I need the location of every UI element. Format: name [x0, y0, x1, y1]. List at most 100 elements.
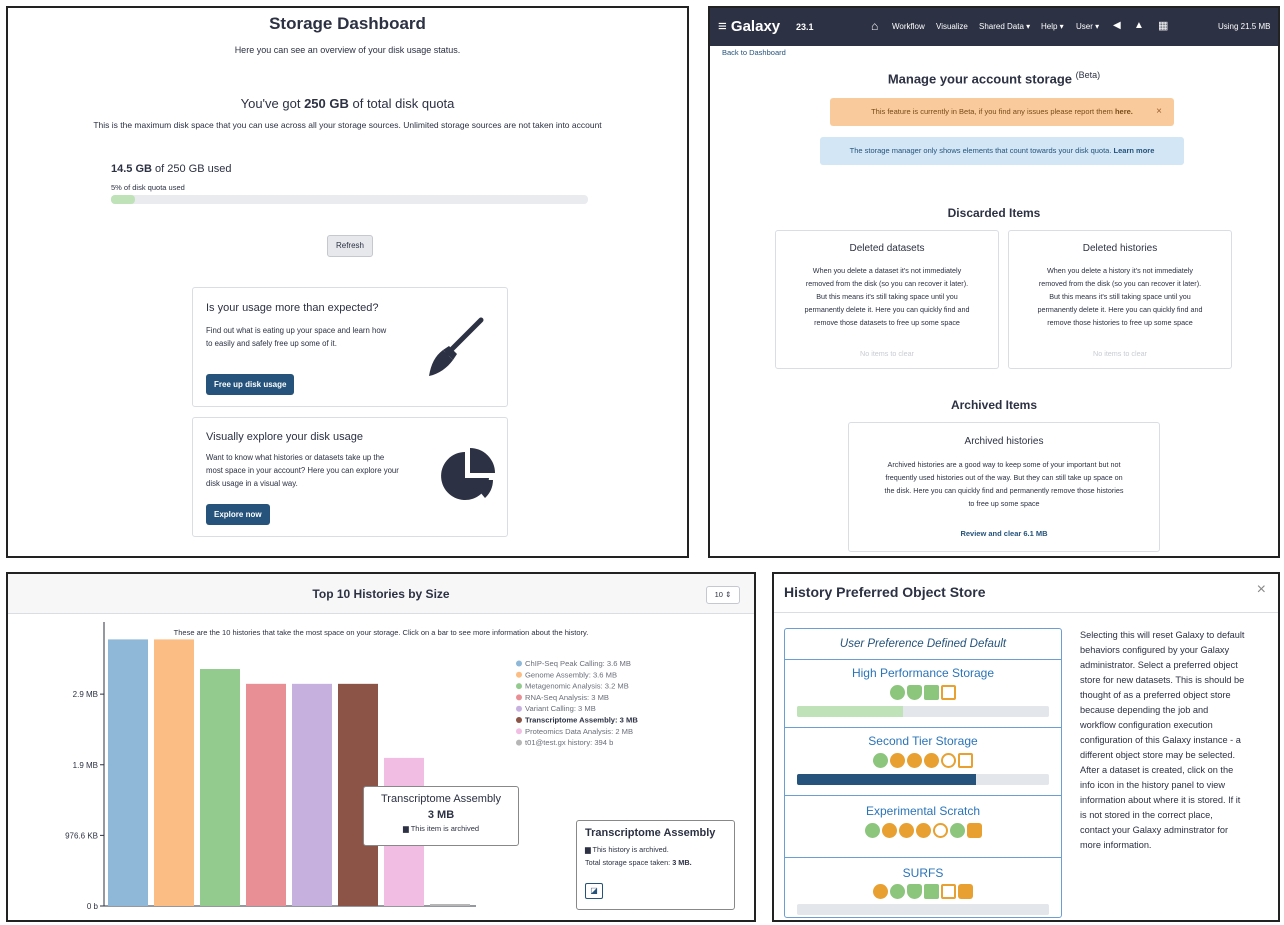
store-option-second-tier[interactable]: Second Tier Storage — [785, 727, 1061, 795]
archived-histories-card[interactable]: Archived histories Archived histories ar… — [848, 422, 1160, 552]
description-line: thought of as a preferred object store — [1080, 690, 1231, 700]
free-up-card-text-2: to easily and safely free up some of it. — [206, 339, 337, 348]
grid-icon[interactable]: ▦ — [1158, 19, 1168, 32]
bar[interactable] — [246, 683, 286, 906]
store-option-experimental-scratch[interactable]: Experimental Scratch — [785, 795, 1061, 857]
info-archived: ▆ This history is archived. — [585, 845, 669, 854]
store-name: Second Tier Storage — [868, 734, 978, 748]
store-usage-bar — [797, 904, 1049, 915]
manage-storage-panel: ≡ Galaxy 23.1 ⌂ Workflow Visualize Share… — [708, 6, 1280, 558]
chart-line-icon — [958, 753, 973, 769]
user-lock-icon — [966, 823, 982, 839]
no-items-to-clear: No items to clear — [860, 349, 914, 358]
back-to-dashboard-link[interactable]: Back to Dashboard — [722, 48, 786, 57]
store-badges — [785, 822, 1061, 840]
archived-histories-title: Archived histories — [964, 436, 1044, 447]
refresh-button[interactable]: Refresh — [327, 235, 373, 257]
explore-now-button[interactable]: Explore now — [206, 504, 270, 525]
y-tick-label: 2.9 MB — [73, 690, 98, 699]
review-and-clear-link[interactable]: Review and clear 6.1 MB — [849, 529, 1159, 538]
info-name: Transcriptome Assembly — [585, 827, 716, 839]
archived-line-1: Archived histories are a good way to kee… — [887, 460, 1121, 469]
nav-workflow[interactable]: Workflow — [892, 22, 925, 31]
free-up-card-text-1: Find out what is eating up your space an… — [206, 326, 387, 335]
bar-tooltip: Transcriptome Assembly 3 MB ▆ This item … — [363, 786, 519, 846]
archive-icon: ▆ — [402, 824, 409, 833]
free-up-card-title: Is your usage more than expected? — [206, 302, 379, 314]
description-line: is not stored in the correct place, — [1080, 810, 1213, 820]
free-up-disk-usage-button[interactable]: Free up disk usage — [206, 374, 295, 395]
legend-marker — [516, 671, 522, 678]
nav-shared-data[interactable]: Shared Data ▾ — [979, 22, 1030, 31]
y-tick-label: 976.6 KB — [65, 831, 98, 840]
page-subtitle: Here you can see an overview of your dis… — [234, 45, 461, 55]
used-suffix: of 250 GB used — [151, 163, 232, 175]
store-badges — [785, 684, 1061, 702]
description-line: After a dataset is created, click on the — [1080, 765, 1234, 775]
quota-note: This is the maximum disk space that you … — [93, 120, 602, 130]
default-option[interactable]: User Preference Defined Default — [785, 629, 1061, 659]
deleted-histories-line-1: When you delete a history it's not immed… — [1047, 266, 1193, 275]
tooltip-archived-text: This item is archived — [410, 824, 480, 833]
key-icon — [924, 753, 939, 769]
store-option-high-performance[interactable]: High Performance Storage — [785, 659, 1061, 727]
nav-visualize[interactable]: Visualize — [936, 22, 968, 31]
chart-line-icon — [941, 884, 956, 900]
nav-user[interactable]: User ▾ — [1076, 22, 1099, 31]
nav-help[interactable]: Help ▾ — [1041, 22, 1064, 31]
usage-indicator[interactable]: Using 21.5 MB — [1218, 22, 1270, 31]
speed-icon — [873, 753, 888, 769]
close-alert-icon[interactable]: × — [1156, 98, 1162, 126]
close-icon[interactable]: × — [1257, 581, 1266, 599]
recycle-icon — [941, 753, 956, 769]
description-line: Selecting this will reset Galaxy to defa… — [1080, 630, 1245, 640]
beta-alert-link[interactable]: here. — [1115, 107, 1133, 116]
deleted-datasets-card[interactable]: Deleted datasets When you delete a datas… — [775, 230, 999, 369]
top-histories-panel: Top 10 Histories by Size 10 ⇕ These are … — [6, 572, 756, 922]
store-badges — [785, 883, 1061, 901]
description-line: because depending the job and — [1080, 705, 1209, 715]
y-tick-label: 0 b — [87, 902, 99, 911]
deleted-histories-card[interactable]: Deleted histories When you delete a hist… — [1008, 230, 1232, 369]
bar[interactable] — [292, 683, 332, 906]
bar[interactable] — [200, 669, 240, 906]
key-icon — [915, 823, 931, 839]
legend-label: t01@test.gx history: 394 b — [525, 738, 613, 747]
legend-marker — [516, 683, 522, 690]
legend-label: Proteomics Data Analysis: 2 MB — [525, 727, 633, 736]
legend-label: ChIP-Seq Peak Calling: 3.6 MB — [525, 659, 631, 668]
storage-dashboard-panel: Storage Dashboard Here you can see an ov… — [6, 6, 689, 558]
chart-icon-button[interactable]: ◪ — [585, 883, 603, 899]
bar[interactable] — [108, 639, 148, 906]
archive-icon — [924, 685, 939, 701]
legend-marker — [516, 739, 522, 746]
modal-divider — [774, 612, 1278, 613]
user-lock-icon — [958, 884, 973, 900]
page-title: Storage Dashboard — [269, 14, 426, 33]
bar[interactable] — [154, 639, 194, 906]
quota-prefix: You've got — [240, 96, 305, 111]
object-store-modal: History Preferred Object Store × User Pr… — [772, 572, 1280, 922]
learn-more-link[interactable]: Learn more — [1114, 146, 1155, 155]
quota-progress-bar — [111, 195, 588, 204]
speed-icon — [890, 685, 905, 701]
deleted-datasets-title: Deleted datasets — [849, 243, 925, 254]
description-line: information about where it is stored. If… — [1080, 795, 1241, 805]
graduation-cap-icon[interactable]: ▲ — [1134, 20, 1144, 31]
explore-card-text-3: disk usage in a visual way. — [206, 479, 298, 488]
discarded-items-heading: Discarded Items — [947, 206, 1041, 220]
bar[interactable] — [430, 904, 470, 906]
quota-suffix: of total disk quota — [348, 96, 455, 111]
info-archived-text: This history is archived. — [592, 845, 669, 854]
quota-value: 250 GB — [304, 96, 349, 111]
deleted-histories-title: Deleted histories — [1082, 243, 1158, 254]
description-line: contact your Galaxy adminstrator for — [1080, 825, 1229, 835]
megaphone-icon[interactable]: ◀ — [1113, 20, 1121, 31]
store-option-surfs[interactable]: SURFS — [785, 857, 1061, 919]
store-name: SURFS — [902, 866, 944, 880]
store-usage-fill — [797, 706, 903, 717]
key-icon — [890, 884, 905, 900]
description-line: behaviors configured by your Galaxy — [1080, 645, 1230, 655]
home-icon[interactable]: ⌂ — [871, 19, 878, 33]
galaxy-brand[interactable]: ≡ Galaxy — [718, 18, 780, 35]
